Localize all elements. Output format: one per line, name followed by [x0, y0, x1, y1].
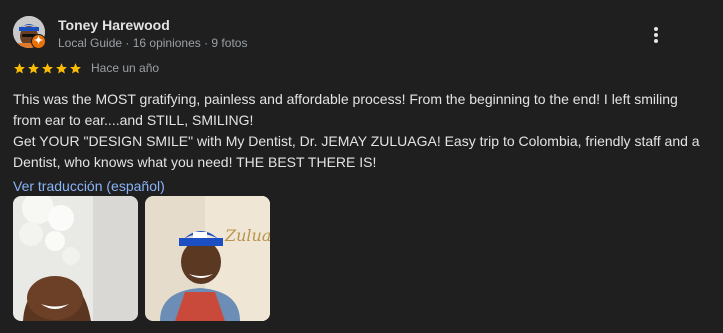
photo-sign-text: Zuluaga — [224, 226, 270, 245]
more-vert-icon — [654, 27, 658, 43]
review-text-line: This was the MOST gratifying, painless a… — [13, 91, 678, 128]
translate-link[interactable]: Ver traducción (español) — [13, 178, 165, 194]
star-icon — [42, 62, 53, 73]
review-text-line: Get YOUR "DESIGN SMILE" with My Dentist,… — [13, 133, 700, 170]
review-date: Hace un año — [91, 61, 160, 75]
review-photo-1[interactable] — [13, 196, 138, 321]
star-icon — [56, 62, 67, 73]
star-icon — [14, 62, 25, 73]
reviewer-meta: Local Guide · 16 opiniones · 9 fotos — [58, 36, 248, 50]
photo-thumbnail-portrait-icon: Zuluaga — [145, 196, 270, 321]
rating-row: Hace un año — [13, 61, 159, 75]
local-guide-badge-icon: ✦ — [31, 34, 46, 49]
review-card: ✦ Toney Harewood Local Guide · 16 opinio… — [0, 0, 723, 333]
review-photo-2[interactable]: Zuluaga — [145, 196, 270, 321]
more-options-button[interactable] — [642, 22, 670, 48]
star-icon — [28, 62, 39, 73]
reviewer-name[interactable]: Toney Harewood — [58, 17, 170, 33]
star-icon — [70, 62, 81, 73]
star-rating — [13, 62, 82, 75]
photo-thumbnail-smile-icon — [13, 196, 138, 321]
review-text: This was the MOST gratifying, painless a… — [13, 89, 703, 173]
